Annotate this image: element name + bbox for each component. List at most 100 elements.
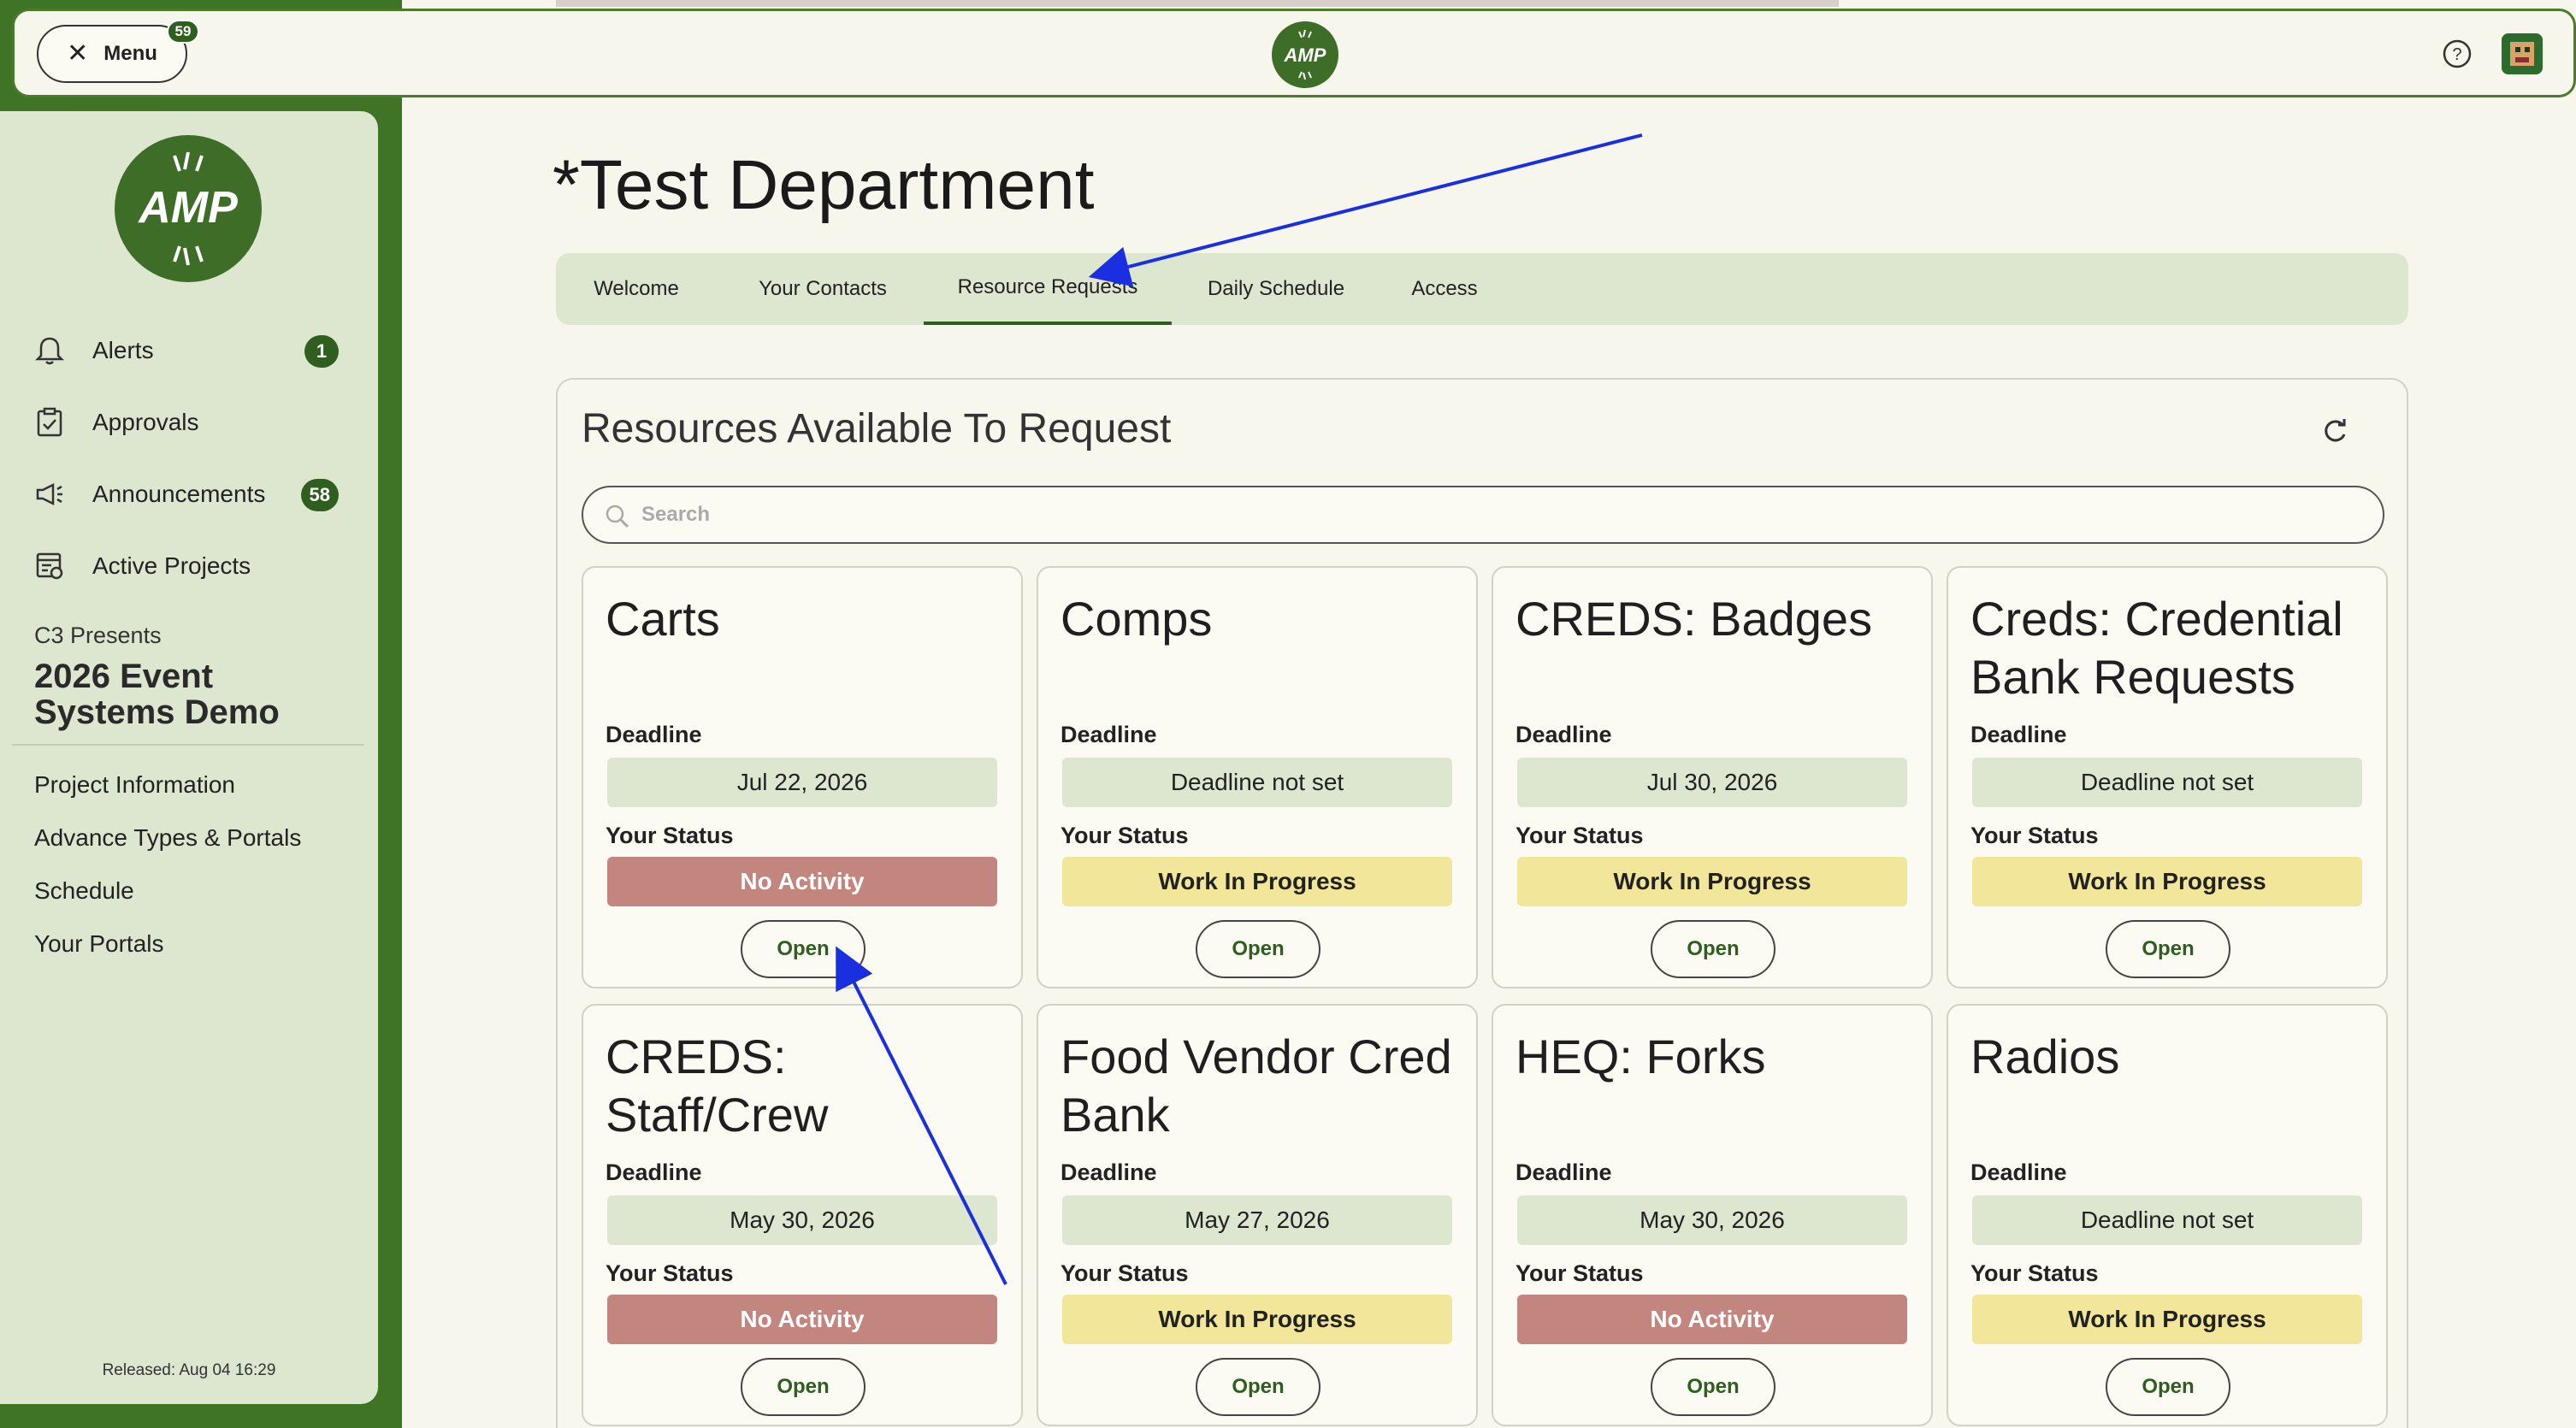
- tab-resource-requests[interactable]: Resource Requests: [924, 253, 1172, 325]
- menu-label: Menu: [103, 42, 157, 65]
- project-board-icon: [32, 549, 67, 583]
- open-button[interactable]: Open: [741, 1358, 866, 1416]
- deadline-value: May 30, 2026: [607, 1195, 997, 1245]
- clipboard-check-icon: [32, 405, 67, 440]
- deadline-label: Deadline: [1970, 722, 2067, 747]
- deadline-label: Deadline: [1515, 722, 1612, 747]
- close-icon: ✕: [67, 39, 89, 68]
- link-your-portals[interactable]: Your Portals: [34, 930, 164, 958]
- resource-card: Food Vendor Cred Bank Deadline May 27, 202…: [1037, 1004, 1478, 1426]
- card-title: CREDS: Staff/Crew: [606, 1030, 829, 1142]
- page-title: *Test Department: [552, 146, 1095, 224]
- link-project-information[interactable]: Project Information: [34, 771, 235, 799]
- top-image-strip: [556, 0, 1839, 7]
- alerts-count-badge: 1: [304, 335, 339, 368]
- top-bar: ✕ Menu 59 AMP ?: [12, 9, 2576, 97]
- status-label: Your Status: [606, 823, 734, 848]
- resource-card: Comps Deadline Deadline not set Your Status…: [1037, 566, 1478, 988]
- nav-active-projects[interactable]: Active Projects: [32, 542, 349, 590]
- open-button[interactable]: Open: [1196, 920, 1320, 978]
- deadline-value: Jul 22, 2026: [607, 758, 997, 807]
- project-title[interactable]: 2026 Event Systems Demo: [34, 658, 359, 730]
- status-label: Your Status: [1061, 823, 1189, 848]
- sidebar: AMP Alerts 1 Approvals Announcements 58 …: [0, 111, 378, 1404]
- search-bar: [582, 486, 2384, 544]
- card-title: Food Vendor Cred Bank: [1061, 1030, 1452, 1142]
- open-button[interactable]: Open: [1651, 920, 1775, 978]
- resource-card: CREDS: Badges Deadline Jul 30, 2026 Your St…: [1492, 566, 1933, 988]
- card-title: Carts: [606, 592, 720, 646]
- tab-access[interactable]: Access: [1382, 253, 1507, 325]
- nav-announcements[interactable]: Announcements 58: [32, 470, 349, 518]
- panel-title: Resources Available To Request: [582, 406, 1172, 451]
- status-badge: No Activity: [607, 1295, 997, 1344]
- resources-panel: Resources Available To Request Carts Dead…: [556, 378, 2408, 1428]
- resource-card: Carts Deadline Jul 22, 2026 Your Status No A…: [582, 566, 1023, 988]
- nav-announcements-label: Announcements: [92, 481, 266, 507]
- deadline-label: Deadline: [1970, 1160, 2067, 1185]
- top-logo-text: AMP: [1284, 44, 1326, 66]
- menu-button[interactable]: ✕ Menu: [37, 25, 187, 83]
- deadline-value: Deadline not set: [1062, 758, 1452, 807]
- open-button[interactable]: Open: [741, 920, 866, 978]
- status-label: Your Status: [1970, 1260, 2099, 1286]
- status-label: Your Status: [1515, 823, 1644, 848]
- presenter-label: C3 Presents: [34, 623, 162, 648]
- open-button[interactable]: Open: [1196, 1358, 1320, 1416]
- card-title: Creds: Credential Bank Requests: [1970, 592, 2343, 704]
- search-input[interactable]: [641, 496, 2335, 534]
- sidebar-logo-text: AMP: [137, 183, 238, 233]
- nav-active-projects-label: Active Projects: [92, 552, 251, 579]
- status-badge: Work In Progress: [1062, 857, 1452, 906]
- deadline-label: Deadline: [606, 1160, 702, 1185]
- deadline-label: Deadline: [1061, 1160, 1157, 1185]
- status-label: Your Status: [1515, 1260, 1644, 1286]
- status-badge: Work In Progress: [1517, 857, 1907, 906]
- resource-card: Radios Deadline Deadline not set Your Statu…: [1947, 1004, 2388, 1426]
- open-button[interactable]: Open: [1651, 1358, 1775, 1416]
- open-button[interactable]: Open: [2106, 1358, 2230, 1416]
- status-badge: No Activity: [607, 857, 997, 906]
- card-title: Radios: [1970, 1030, 2120, 1083]
- svg-text:?: ?: [2452, 45, 2461, 64]
- resource-card: Creds: Credential Bank Requests Deadline D…: [1947, 566, 2388, 988]
- user-avatar[interactable]: [2502, 33, 2543, 74]
- bell-icon: [32, 333, 67, 368]
- deadline-label: Deadline: [1061, 722, 1157, 747]
- resource-card: HEQ: Forks Deadline May 30, 2026 Your Statu…: [1492, 1004, 1933, 1426]
- nav-alerts[interactable]: Alerts 1: [32, 327, 349, 375]
- megaphone-icon: [32, 477, 67, 511]
- card-title: CREDS: Badges: [1515, 592, 1873, 646]
- tab-daily-schedule[interactable]: Daily Schedule: [1196, 253, 1356, 325]
- refresh-icon[interactable]: [2318, 414, 2352, 448]
- menu-badge: 59: [167, 20, 199, 44]
- sidebar-amp-logo[interactable]: AMP: [115, 135, 262, 282]
- status-label: Your Status: [606, 1260, 734, 1286]
- tab-your-contacts[interactable]: Your Contacts: [727, 253, 919, 325]
- nav-approvals-label: Approvals: [92, 409, 199, 435]
- deadline-value: Deadline not set: [1972, 758, 2362, 807]
- status-badge: Work In Progress: [1972, 1295, 2362, 1344]
- resource-card: CREDS: Staff/Crew Deadline May 30, 2026 You…: [582, 1004, 1023, 1426]
- status-label: Your Status: [1970, 823, 2099, 848]
- help-circle-icon[interactable]: ?: [2438, 35, 2476, 73]
- sidebar-divider: [12, 744, 364, 746]
- nav-approvals[interactable]: Approvals: [32, 398, 349, 446]
- announcements-count-badge: 58: [300, 479, 339, 511]
- card-title: HEQ: Forks: [1515, 1030, 1766, 1083]
- status-label: Your Status: [1061, 1260, 1189, 1286]
- status-badge: Work In Progress: [1062, 1295, 1452, 1344]
- deadline-label: Deadline: [1515, 1160, 1612, 1185]
- link-advance-types-portals[interactable]: Advance Types & Portals: [34, 824, 301, 852]
- tab-bar: Welcome Your Contacts Resource Requests …: [556, 253, 2408, 325]
- deadline-value: May 27, 2026: [1062, 1195, 1452, 1245]
- tab-welcome[interactable]: Welcome: [573, 253, 700, 325]
- deadline-label: Deadline: [606, 722, 702, 747]
- status-badge: Work In Progress: [1972, 857, 2362, 906]
- deadline-value: Deadline not set: [1972, 1195, 2362, 1245]
- open-button[interactable]: Open: [2106, 920, 2230, 978]
- amp-logo[interactable]: AMP: [1272, 21, 1338, 88]
- link-schedule[interactable]: Schedule: [34, 877, 134, 905]
- search-icon: [606, 505, 629, 528]
- nav-alerts-label: Alerts: [92, 337, 154, 363]
